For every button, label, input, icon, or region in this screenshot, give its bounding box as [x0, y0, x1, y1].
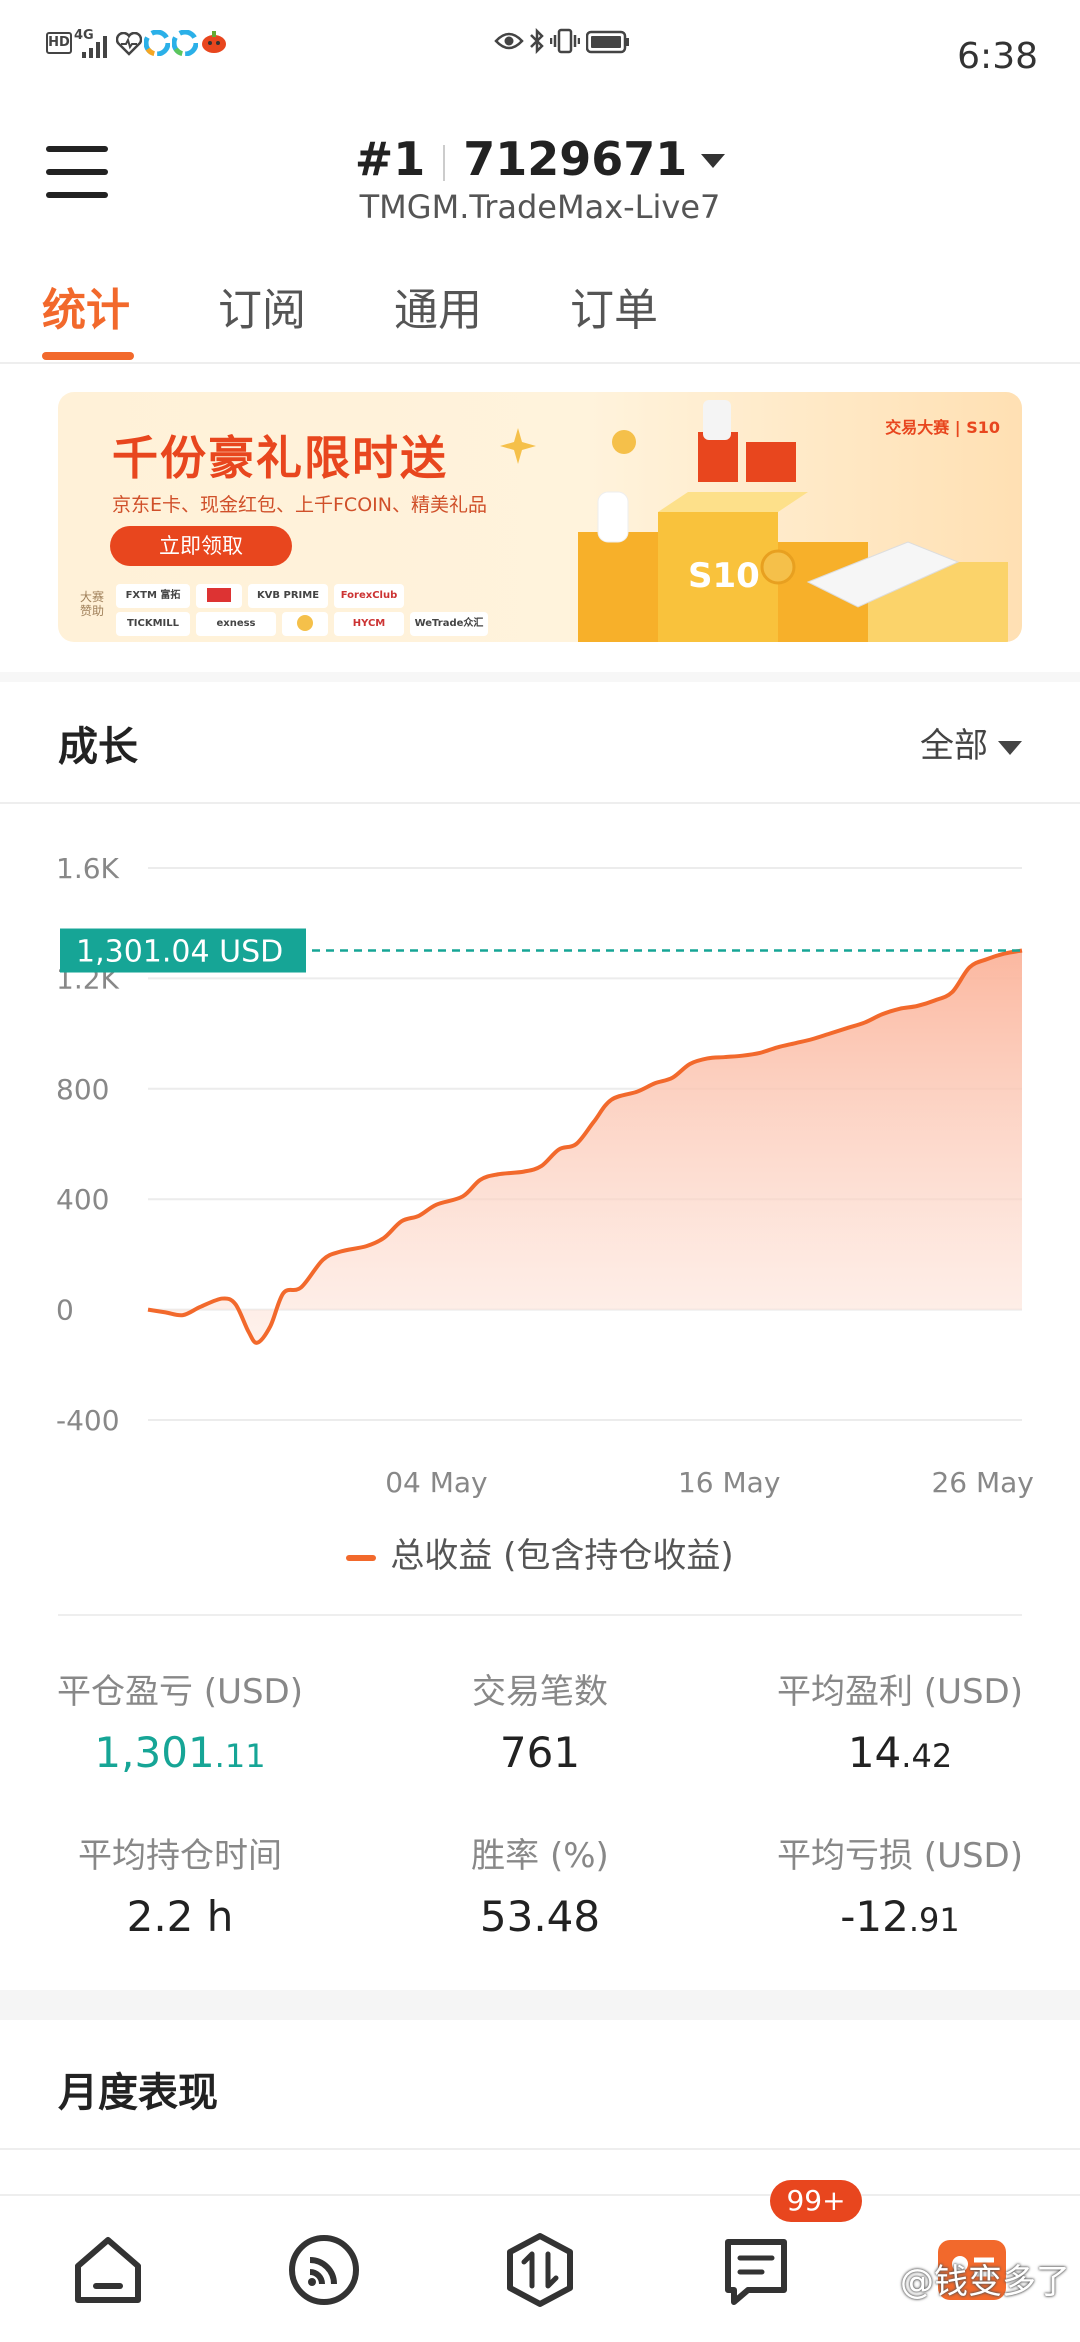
sponsor-logo: HYCM [334, 612, 404, 636]
server-name: TMGM.TradeMax-Live7 [359, 188, 721, 226]
claim-button[interactable]: 立即领取 [110, 526, 292, 566]
stat-value: 53.48 [360, 1892, 720, 1941]
banner-title: 千份豪礼限时送 [112, 431, 448, 485]
notification-badge: 99+ [770, 2180, 862, 2222]
sponsor-logo: TICKMILL [116, 612, 190, 636]
app-icon [172, 30, 198, 56]
watermark: @钱变多了 [900, 2262, 1070, 2302]
x-tick-label: 04 May [385, 1466, 487, 1499]
range-filter-label: 全部 [920, 726, 988, 766]
divider [0, 802, 1080, 804]
pumpkin-icon [202, 31, 226, 53]
x-axis: 04 May 16 May 26 May [385, 1466, 1034, 1499]
stat-value-int: 1,301 [94, 1728, 215, 1777]
promo-banner[interactable]: 千份豪礼限时送 京东E卡、现金红包、上千FCOIN、精美礼品 立即领取 大赛赞助… [58, 392, 1022, 642]
app-icon [144, 30, 170, 56]
x-tick-label: 16 May [678, 1466, 780, 1499]
svg-text:S10: S10 [688, 556, 760, 596]
divider [0, 2148, 1080, 2150]
divider [0, 362, 1080, 364]
stat-value-dec: .91 [908, 1901, 960, 1939]
clock: 6:38 [957, 36, 1038, 77]
sponsor-logo-mark [207, 588, 231, 602]
account-number: 7129671 [463, 132, 688, 186]
stat-value: 14.42 [720, 1728, 1080, 1777]
stat-label: 平均持仓时间 [78, 1836, 282, 1876]
growth-chart: 1.6K1.2K8004000-400 04 May 16 May 26 May 1… [56, 852, 1034, 1499]
growth-title: 成长 [58, 724, 138, 770]
stat-value: -12.91 [720, 1892, 1080, 1941]
stat-label: 平均盈利 (USD) [777, 1672, 1023, 1712]
eye-icon [494, 32, 524, 50]
stat-value-int: 2.2 h [126, 1892, 234, 1941]
y-tick-label: 0 [56, 1294, 74, 1327]
divider [58, 1614, 1022, 1616]
stat-value: 2.2 h [0, 1892, 360, 1941]
bluetooth-icon [530, 28, 544, 54]
tab-stats[interactable]: 统计 [42, 274, 130, 338]
bottom-nav: 99+ @钱变多了 [0, 2180, 1080, 2342]
tab-general[interactable]: 通用 [394, 274, 482, 338]
sponsor-label: 大赛赞助 [80, 590, 105, 618]
legend-swatch [346, 1554, 377, 1561]
vibrate-icon [550, 28, 580, 54]
chart-legend[interactable]: 总收益 (包含持仓收益) [0, 1528, 1080, 1577]
stat-value-int: 761 [499, 1728, 581, 1777]
stat-value: 761 [360, 1728, 720, 1777]
account-selector[interactable]: #1 7129671 [0, 120, 1080, 186]
stat-value-int: 53.48 [479, 1892, 601, 1941]
status-bar: HD 4G 6:38 [0, 0, 1080, 120]
separator [443, 144, 446, 181]
battery-icon [586, 30, 629, 54]
health-icon [116, 32, 142, 56]
sponsor-logo: ForexClub [334, 584, 404, 608]
home-icon[interactable] [70, 2232, 146, 2308]
banner-subtitle: 京东E卡、现金红包、上千FCOIN、精美礼品 [112, 494, 487, 516]
hd-icon: HD [46, 32, 72, 54]
sponsor-logo [196, 584, 242, 608]
tab-indicator [42, 352, 134, 360]
chevron-down-icon [998, 740, 1022, 755]
signal-icon: 4G [74, 28, 107, 58]
sponsor-logo: WeTrade众汇 [410, 612, 488, 636]
tab-bar: 统计 订阅 通用 订单 [0, 262, 1080, 362]
monthly-performance-title: 月度表现 [58, 2070, 218, 2116]
y-tick-label: 800 [56, 1073, 109, 1106]
stat-label: 平仓盈亏 (USD) [57, 1672, 303, 1712]
stat-value: 1,301.11 [0, 1728, 360, 1777]
y-tick-label: 400 [56, 1183, 109, 1216]
sponsor-logo: FXTM 富拓 [116, 584, 190, 608]
trade-icon[interactable] [502, 2232, 578, 2308]
stat-label: 胜率 (%) [471, 1836, 609, 1876]
section-gap [0, 672, 1080, 682]
gift-illustration: S10 [578, 400, 1008, 642]
chevron-down-icon [701, 153, 726, 168]
y-tick-label: -400 [56, 1404, 120, 1437]
feed-icon[interactable] [286, 2232, 362, 2308]
account-rank: #1 [354, 132, 426, 186]
current-value-label: 1,301.04 USD [76, 935, 283, 970]
tab-subscribe[interactable]: 订阅 [218, 274, 306, 338]
tab-orders[interactable]: 订单 [570, 274, 658, 338]
stat-value-int: 14 [847, 1728, 902, 1777]
messages-icon[interactable] [718, 2232, 794, 2308]
stat-value-int: -12 [840, 1892, 909, 1941]
legend-label: 总收益 (包含持仓收益) [390, 1536, 734, 1576]
range-filter-dropdown[interactable]: 全部 [920, 718, 1022, 767]
sponsor-logo [282, 612, 328, 636]
x-tick-label: 26 May [931, 1466, 1033, 1499]
stat-value-dec: .11 [214, 1737, 266, 1775]
stat-label: 平均亏损 (USD) [777, 1836, 1023, 1876]
section-gap [0, 1990, 1080, 2020]
sparkle-icon [500, 428, 536, 464]
y-tick-label: 1.6K [56, 852, 120, 885]
sponsor-logo: exness [196, 612, 276, 636]
stat-value-dec: .42 [901, 1737, 953, 1775]
stat-label: 交易笔数 [472, 1672, 608, 1712]
sponsor-logo-mark [297, 615, 313, 631]
sponsor-logo: KVB PRIME [248, 584, 328, 608]
